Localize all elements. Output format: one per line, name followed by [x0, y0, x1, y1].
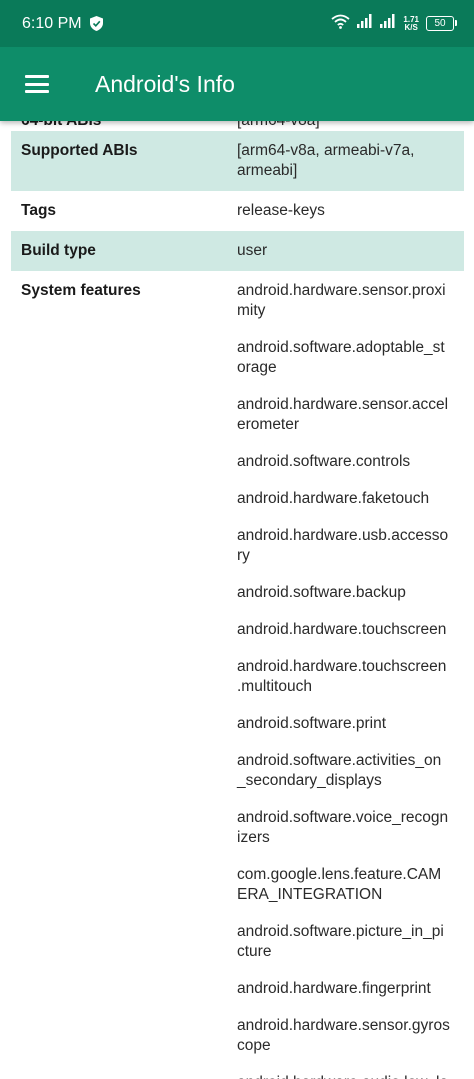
feature-item: android.hardware.sensor.proxi mity: [237, 281, 454, 321]
feature-item-line: cope: [237, 1037, 271, 1054]
feature-item-line: _secondary_displays: [237, 772, 382, 789]
row-label: System features: [21, 282, 141, 299]
row-label: 64-bit ABIs: [11, 121, 237, 131]
feature-item-line: .multitouch: [237, 678, 312, 695]
feature-item-line: android.software.controls: [237, 453, 411, 470]
network-speed-unit: K/S: [404, 22, 418, 32]
app-bar: Android's Info: [0, 47, 474, 121]
feature-item-line: android.software.voice_recogn: [237, 809, 449, 826]
feature-item-line: android.hardware.sensor.accel: [237, 396, 449, 413]
feature-item-line: mity: [237, 302, 266, 319]
row-value-line: armeabi]: [237, 162, 298, 179]
info-list[interactable]: 64-bit ABIs [arm64-v8a] Supported ABIs […: [11, 121, 464, 1079]
feature-item: android.hardware.fingerprint: [237, 979, 454, 999]
feature-item-line: android.software.backup: [237, 584, 406, 601]
feature-item-line: ERA_INTEGRATION: [237, 886, 383, 903]
feature-item-line: android.hardware.touchscreen: [237, 658, 447, 675]
feature-item-line: android.hardware.sensor.gyros: [237, 1017, 450, 1034]
row-label: Tags: [21, 202, 57, 219]
row-value: [arm64-v8a, armeabi-v7a, armeabi]: [237, 131, 464, 191]
row-value: user: [237, 242, 268, 259]
feature-item: android.software.picture_in_picture: [237, 922, 454, 962]
status-icons: 1.71 K/S 50: [331, 14, 457, 34]
row-value: [arm64-v8a]: [237, 121, 464, 131]
shield-icon: [89, 16, 103, 31]
feature-item-line: android.hardware.audio.low_la: [237, 1073, 454, 1079]
info-row-64bit-abis: 64-bit ABIs [arm64-v8a]: [11, 121, 464, 131]
feature-item-line: android.software.adoptable_st: [237, 339, 445, 356]
info-row-system-features: System features android.hardware.sensor.…: [11, 271, 464, 1079]
wifi-icon: [331, 14, 350, 34]
network-speed: 1.71 K/S: [403, 15, 419, 32]
feature-item: android.hardware.sensor.gyros cope: [237, 1016, 454, 1056]
info-row-tags: Tags release-keys: [11, 191, 464, 231]
status-time: 6:10 PM: [22, 14, 82, 32]
feature-item-line: erometer: [237, 416, 300, 433]
battery-level: 50: [434, 18, 446, 29]
feature-item-line: cture: [237, 943, 272, 960]
page-title: Android's Info: [95, 70, 235, 97]
feature-item-line: com.google.lens.feature.CAM: [237, 866, 442, 883]
feature-item-line: ry: [237, 547, 250, 564]
feature-item: android.hardware.touchscreen .multitouch: [237, 657, 454, 697]
feature-item-line: android.software.print: [237, 715, 387, 732]
row-label: Build type: [21, 242, 96, 259]
feature-item-line: android.software.picture_in_pi: [237, 923, 444, 940]
feature-item-line: android.hardware.usb.accesso: [237, 527, 449, 544]
feature-item: android.software.backup: [237, 583, 454, 603]
feature-item-line: izers: [237, 829, 270, 846]
row-value: release-keys: [237, 202, 325, 219]
feature-item: android.hardware.touchscreen: [237, 620, 454, 640]
row-label: Supported ABIs: [21, 142, 138, 159]
info-row-supported-abis: Supported ABIs [arm64-v8a, armeabi-v7a, …: [11, 131, 464, 191]
feature-item-line: android.hardware.touchscreen: [237, 621, 447, 638]
feature-item-line: orage: [237, 359, 277, 376]
row-value-line: [arm64-v8a, armeabi-v7a,: [237, 142, 415, 159]
feature-item-line: android.hardware.sensor.proxi: [237, 282, 446, 299]
feature-list: android.hardware.sensor.proxi mity android…: [237, 271, 464, 1079]
feature-item: android.hardware.sensor.accel erometer: [237, 395, 454, 435]
feature-item-line: android.hardware.fingerprint: [237, 980, 431, 997]
feature-item: android.software.print: [237, 714, 454, 734]
feature-item: android.hardware.faketouch: [237, 489, 454, 509]
feature-item: android.software.activities_on _secondary…: [237, 751, 454, 791]
feature-item: android.software.adoptable_storage: [237, 338, 454, 378]
feature-item-line: android.hardware.faketouch: [237, 490, 430, 507]
feature-item: com.google.lens.feature.CAM ERA_INTEGRATI…: [237, 865, 454, 905]
feature-item: android.software.controls: [237, 452, 454, 472]
feature-item-line: android.software.activities_on: [237, 752, 442, 769]
signal-icon: [357, 14, 373, 33]
feature-item: android.hardware.audio.low_la: [237, 1073, 454, 1079]
battery-icon: 50: [426, 16, 457, 31]
feature-item: android.software.voice_recognizers: [237, 808, 454, 848]
menu-icon[interactable]: [25, 75, 49, 93]
info-row-build-type: Build type user: [11, 231, 464, 271]
signal-icon-2: [380, 14, 396, 33]
status-bar: 6:10 PM 1.71 K/S 50: [0, 0, 474, 47]
feature-item: android.hardware.usb.accesso ry: [237, 526, 454, 566]
